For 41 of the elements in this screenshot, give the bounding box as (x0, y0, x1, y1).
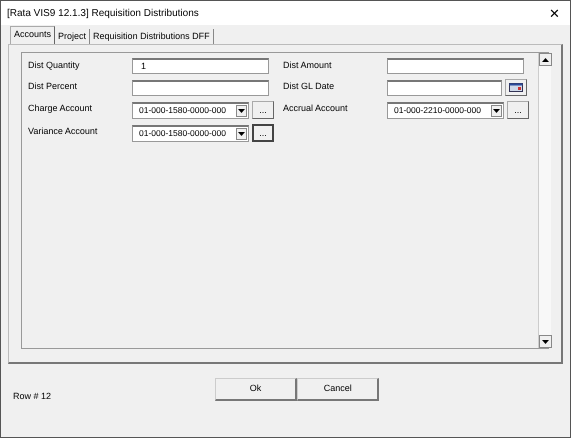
tab[interactable]: Accounts (10, 26, 56, 44)
row-number-label: Row # 12 (13, 390, 52, 404)
dialog-button[interactable]: Cancel (297, 378, 380, 400)
lookup-button[interactable]: ... (252, 101, 274, 119)
caret-icon (493, 108, 500, 112)
field-label: Dist Percent (28, 80, 78, 93)
calendar-icon (509, 83, 523, 92)
scrollbar[interactable] (538, 53, 551, 348)
dropdown-button[interactable] (236, 104, 247, 116)
scroll-up-button[interactable] (539, 53, 552, 66)
dropdown-field[interactable]: 01-000-2210-0000-000 (387, 102, 504, 118)
input-field[interactable] (387, 80, 502, 96)
caret-icon (238, 108, 245, 112)
dropdown-value: 01-000-1580-0000-000 (139, 104, 226, 117)
field-label: Charge Account (28, 102, 94, 115)
scroll-down-button[interactable] (539, 335, 552, 348)
dropdown-value: 01-000-1580-0000-000 (139, 127, 226, 140)
window-title: [Rata VIS9 12.1.3] Requisition Distributions (7, 6, 199, 20)
dropdown-button[interactable] (491, 104, 502, 116)
field-label: Dist Quantity (28, 59, 81, 72)
lookup-button[interactable]: ... (252, 124, 274, 142)
field-label: Dist GL Date (283, 80, 336, 93)
field-label: Accrual Account (283, 102, 349, 115)
tab[interactable]: Requisition Distributions DFF (90, 29, 214, 44)
field-label: Variance Account (28, 125, 98, 138)
input-field[interactable] (387, 58, 524, 74)
caret-icon (238, 132, 245, 136)
dropdown-field[interactable]: 01-000-1580-0000-000 (132, 124, 249, 142)
input-field[interactable]: 1 (132, 58, 269, 74)
dialog-button[interactable]: Ok (215, 378, 297, 400)
lookup-button[interactable]: ... (507, 101, 529, 119)
tab[interactable]: Project (55, 29, 90, 44)
up-arrow-icon (542, 58, 549, 62)
field-label: Dist Amount (283, 59, 333, 72)
dropdown-button[interactable] (236, 128, 247, 140)
calendar-button[interactable] (505, 79, 527, 96)
down-arrow-icon (542, 340, 549, 344)
input-field[interactable] (132, 80, 269, 96)
close-button[interactable]: ✕ (549, 6, 560, 20)
dropdown-field[interactable]: 01-000-1580-0000-000 (132, 102, 249, 118)
dropdown-value: 01-000-2210-0000-000 (394, 104, 481, 117)
